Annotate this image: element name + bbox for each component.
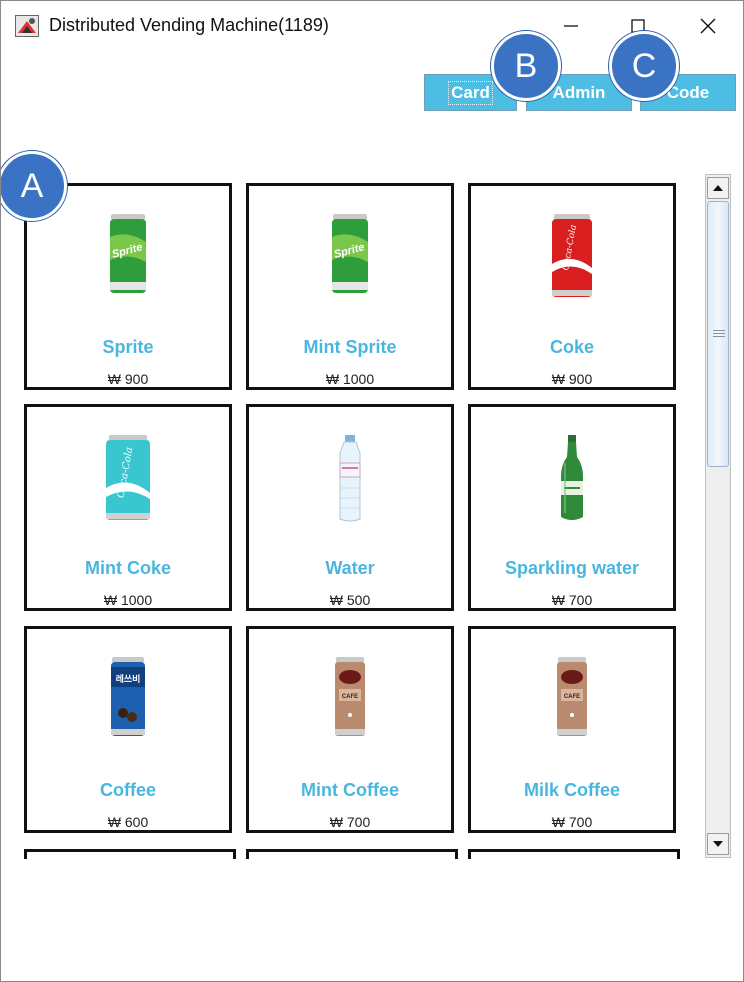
product-card-mint-coke[interactable]: Coca-Cola Mint Coke ₩ 1000 (24, 404, 232, 611)
product-card-partial[interactable] (24, 849, 236, 859)
product-price: ₩ 1000 (103, 592, 153, 608)
product-card-partial[interactable] (246, 849, 458, 859)
arrow-up-icon (713, 185, 723, 191)
product-name: Coffee (99, 780, 156, 800)
product-name: Coke (549, 337, 594, 357)
scroll-up-button[interactable] (707, 177, 729, 199)
grip-icon (713, 330, 725, 339)
svg-text:CAFE: CAFE (342, 694, 358, 700)
product-price: ₩ 700 (329, 814, 371, 830)
product-card-sprite[interactable]: Sprite Sprite ₩ 900 (24, 183, 232, 390)
coffee-can-icon: 레쓰비 (111, 657, 145, 736)
product-price: ₩ 900 (107, 371, 149, 387)
close-icon (700, 18, 716, 34)
product-price: ₩ 700 (551, 814, 593, 830)
product-price: ₩ 600 (107, 814, 149, 830)
product-name: Mint Coke (84, 558, 171, 578)
vending-machine-window: Distributed Vending Machine(1189) Card A… (0, 0, 744, 982)
product-card-milk-coffee[interactable]: CAFE Milk Coffee ₩ 700 (468, 626, 676, 833)
product-price: ₩ 1000 (325, 371, 375, 387)
product-card-sparkling-water[interactable]: Sparkling water ₩ 700 (468, 404, 676, 611)
product-price: ₩ 500 (329, 592, 371, 608)
scroll-thumb[interactable] (707, 201, 729, 467)
product-name: Mint Sprite (303, 337, 397, 357)
product-card-water[interactable]: Water ₩ 500 (246, 404, 454, 611)
callout-a: A (1, 151, 67, 221)
callout-c: C (609, 31, 679, 101)
callout-b: B (491, 31, 561, 101)
vertical-scrollbar[interactable] (705, 174, 731, 858)
cafe-latte-can-icon: CAFE (557, 657, 587, 736)
product-name: Sprite (102, 337, 154, 357)
product-price: ₩ 900 (551, 371, 593, 387)
product-card-mint-coffee[interactable]: CAFE Mint Coffee ₩ 700 (246, 626, 454, 833)
product-card-mint-sprite[interactable]: Sprite Mint Sprite ₩ 1000 (246, 183, 454, 390)
product-name: Mint Coffee (301, 780, 399, 800)
product-name: Milk Coffee (523, 780, 620, 800)
scroll-down-button[interactable] (707, 833, 729, 855)
svg-text:레쓰비: 레쓰비 (116, 673, 141, 684)
water-bottle-icon (339, 435, 361, 522)
product-name: Sparkling water (504, 558, 640, 578)
cafe-latte-can-icon: CAFE (335, 657, 365, 736)
product-name: Water (325, 558, 375, 578)
svg-text:CAFE: CAFE (564, 694, 580, 700)
sprite-can-icon: Sprite (110, 214, 146, 293)
product-card-coke[interactable]: Coca-Cola Coke ₩ 900 (468, 183, 676, 390)
arrow-down-icon (713, 841, 723, 847)
sprite-can-icon: Sprite (332, 214, 368, 293)
sparkling-water-bottle-icon (561, 435, 583, 520)
product-card-partial[interactable] (468, 849, 680, 859)
coke-can-icon: Coca-Cola (552, 214, 592, 297)
mint-coke-can-icon: Coca-Cola (106, 435, 150, 520)
product-grid: Sprite Sprite ₩ 900 Sprite Mint Sprite ₩… (1, 1, 701, 861)
product-price: ₩ 700 (551, 592, 593, 608)
product-card-coffee[interactable]: 레쓰비 Coffee ₩ 600 (24, 626, 232, 833)
